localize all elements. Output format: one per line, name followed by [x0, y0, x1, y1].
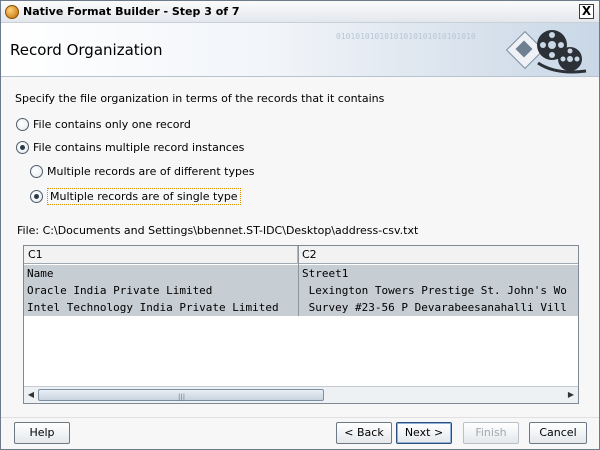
- option-label: Multiple records are of different types: [47, 165, 255, 178]
- option-label: File contains multiple record instances: [33, 141, 245, 154]
- radio-button[interactable]: [30, 165, 43, 178]
- button-bar: Help < Back Next > Finish Cancel: [1, 417, 599, 450]
- file-path-label: File: C:\Documents and Settings\bbennet.…: [17, 224, 419, 237]
- cancel-button[interactable]: Cancel: [529, 422, 587, 444]
- option-label: File contains only one record: [33, 118, 191, 131]
- back-button[interactable]: < Back: [336, 422, 392, 444]
- table-cell: Street1: [302, 267, 349, 280]
- wizard-window: Native Format Builder - Step 3 of 7 X Re…: [0, 0, 600, 450]
- table-cell: Lexington Towers Prestige St. John's Wo: [302, 284, 567, 297]
- data-preview-table[interactable]: C1 C2 Name Street1 Oracle India Private …: [23, 245, 579, 404]
- column-header-c2[interactable]: C2: [298, 246, 578, 264]
- table-header: C1 C2: [24, 246, 578, 264]
- column-divider: [298, 246, 299, 316]
- column-header-c1[interactable]: C1: [24, 246, 298, 264]
- radio-button-checked[interactable]: [16, 141, 29, 154]
- help-button[interactable]: Help: [14, 422, 70, 444]
- close-button[interactable]: X: [579, 4, 594, 19]
- table-cell: Survey #23-56 P Devarabeesanahalli Vill: [302, 301, 567, 314]
- header-banner: Record Organization 01010101010101010101…: [1, 23, 599, 77]
- option-different-types[interactable]: Multiple records are of different types: [30, 165, 254, 178]
- table-body: Name Street1 Oracle India Private Limite…: [24, 246, 578, 316]
- option-multiple-records[interactable]: File contains multiple record instances: [16, 141, 244, 154]
- title-bar[interactable]: Native Format Builder - Step 3 of 7 X: [1, 1, 599, 23]
- horizontal-scrollbar[interactable]: ◀ ||| ▶: [24, 386, 578, 403]
- option-one-record[interactable]: File contains only one record: [16, 118, 191, 131]
- table-cell: Intel Technology India Private Limited: [27, 301, 279, 314]
- arrow-left-icon[interactable]: ◀: [24, 388, 38, 402]
- table-cell: Oracle India Private Limited: [27, 284, 213, 297]
- grip-icon: |||: [178, 393, 186, 401]
- table-row[interactable]: Name Street1: [24, 265, 578, 282]
- description-text: Specify the file organization in terms o…: [15, 92, 385, 105]
- app-gear-icon: [5, 5, 19, 19]
- scroll-thumb[interactable]: |||: [38, 389, 324, 401]
- binary-watermark: 01010101010101010101010101010: [336, 32, 476, 41]
- banner-graphic: 01010101010101010101010101010: [276, 23, 599, 76]
- next-button[interactable]: Next >: [396, 422, 452, 444]
- table-row[interactable]: Oracle India Private Limited Lexington T…: [24, 282, 578, 299]
- radio-button[interactable]: [16, 118, 29, 131]
- window-title: Native Format Builder - Step 3 of 7: [23, 5, 240, 18]
- page-title: Record Organization: [10, 41, 163, 59]
- option-label: Multiple records are of single type: [47, 188, 241, 205]
- arrow-right-icon[interactable]: ▶: [564, 388, 578, 402]
- finish-button[interactable]: Finish: [463, 422, 519, 444]
- option-single-type[interactable]: Multiple records are of single type: [30, 188, 241, 205]
- radio-button-checked[interactable]: [30, 190, 43, 203]
- table-row[interactable]: Intel Technology India Private Limited S…: [24, 299, 578, 316]
- table-cell: Name: [27, 267, 54, 280]
- content-area: Specify the file organization in terms o…: [1, 78, 599, 417]
